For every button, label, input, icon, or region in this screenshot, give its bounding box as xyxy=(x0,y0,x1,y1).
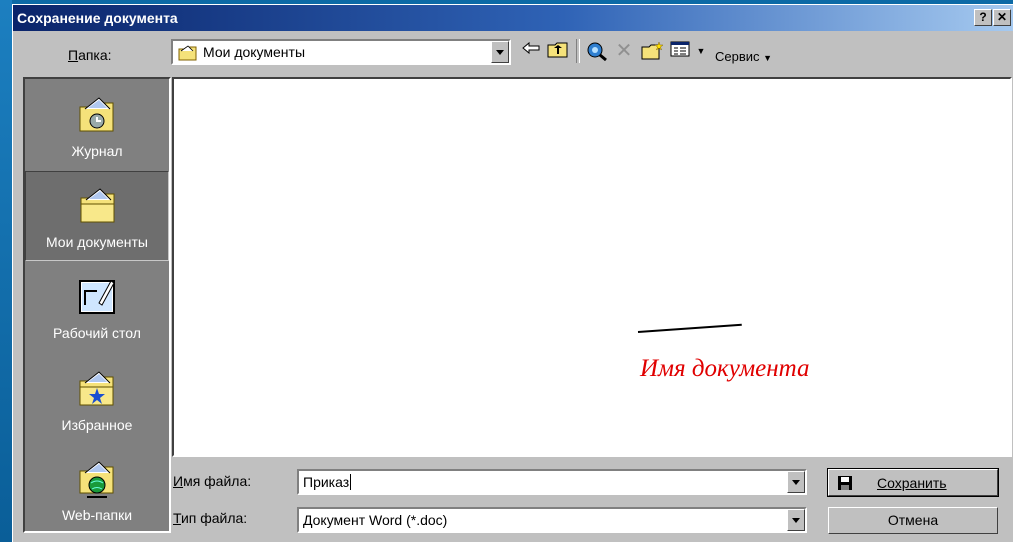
close-button[interactable]: ✕ xyxy=(993,9,1011,26)
save-dialog: Сохранение документа ? ✕ Папка: Мои доку… xyxy=(12,4,1013,542)
folder-icon xyxy=(178,45,198,64)
service-menu[interactable]: Сервис ▼ xyxy=(715,49,772,64)
views-dropdown-icon[interactable]: ▼ xyxy=(690,41,712,61)
filename-label: Имя файла: xyxy=(173,473,252,489)
filename-value: Приказ xyxy=(303,474,352,490)
views-icon[interactable] xyxy=(669,41,691,61)
desktop-edge xyxy=(0,0,12,542)
places-bar: Журнал Мои документы Рабочий стол Избран… xyxy=(23,77,171,533)
title-bar[interactable]: Сохранение документа ? ✕ xyxy=(13,5,1013,31)
filetype-select[interactable]: Документ Word (*.doc) xyxy=(297,507,807,533)
toolbar-separator xyxy=(576,39,580,63)
history-folder-icon xyxy=(79,97,114,132)
place-label: Избранное xyxy=(61,417,133,433)
filename-input[interactable]: Приказ xyxy=(297,469,807,495)
filename-dropdown-icon[interactable] xyxy=(787,471,805,493)
folder-value: Мои документы xyxy=(203,44,306,60)
place-my-documents[interactable]: Мои документы xyxy=(25,171,169,261)
cancel-button[interactable]: Отмена xyxy=(828,507,998,534)
place-favorites[interactable]: Избранное xyxy=(25,355,169,445)
place-label: Web-папки xyxy=(61,507,133,523)
place-desktop[interactable]: Рабочий стол xyxy=(25,263,169,353)
place-label: Рабочий стол xyxy=(53,325,141,341)
filetype-dropdown-icon[interactable] xyxy=(787,509,805,531)
place-label: Мои документы xyxy=(45,234,148,250)
place-history[interactable]: Журнал xyxy=(25,81,169,171)
help-button[interactable]: ? xyxy=(974,9,992,26)
chevron-down-icon[interactable] xyxy=(491,41,509,63)
desktop-icon xyxy=(79,280,115,314)
service-chevron-icon: ▼ xyxy=(763,53,773,63)
place-label: Журнал xyxy=(71,143,123,159)
save-label: Сохранить xyxy=(877,475,947,491)
filetype-label: Тип файла: xyxy=(173,510,248,526)
search-web-icon[interactable] xyxy=(586,41,608,62)
folder-label: Папка: xyxy=(68,47,112,63)
save-button[interactable]: Сохранить xyxy=(827,468,999,497)
save-icon xyxy=(837,475,853,494)
new-folder-icon[interactable] xyxy=(641,41,664,61)
favorites-folder-icon xyxy=(79,371,114,406)
filetype-value: Документ Word (*.doc) xyxy=(303,512,448,528)
up-folder-icon[interactable] xyxy=(547,41,569,61)
folder-select[interactable]: Мои документы xyxy=(171,39,511,65)
file-list[interactable]: Имя документа xyxy=(172,77,1012,457)
place-web-folders[interactable]: Web-папки xyxy=(25,445,169,535)
back-icon[interactable] xyxy=(520,41,542,61)
my-documents-folder-icon xyxy=(80,188,115,223)
dialog-title: Сохранение документа xyxy=(17,10,178,26)
annotation-label: Имя документа xyxy=(640,355,810,382)
web-folders-icon xyxy=(79,461,114,498)
delete-icon[interactable]: ✕ xyxy=(613,41,635,61)
annotation-pointer xyxy=(637,323,742,333)
